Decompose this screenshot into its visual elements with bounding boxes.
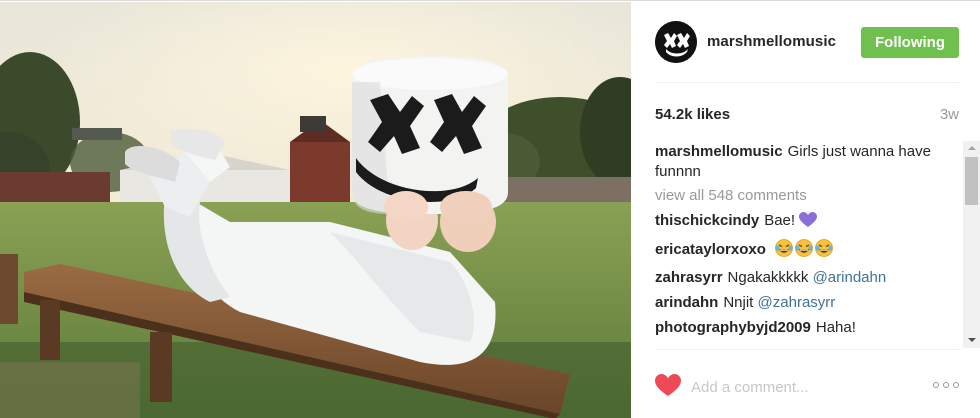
post-photo[interactable] (0, 2, 631, 418)
comment-username[interactable]: ericataylorxoxo (655, 241, 766, 258)
post-side-panel: marshmellomusic Following 54.2k likes 3w… (631, 2, 980, 418)
comment-username[interactable]: arindahn (655, 294, 718, 311)
tears-of-joy-emoji-icon (815, 239, 833, 263)
post-caption: marshmellomusic Girls just wanna have fun… (655, 142, 965, 182)
post-timestamp[interactable]: 3w (940, 106, 959, 123)
following-button[interactable]: Following (861, 27, 959, 58)
marshmello-avatar-icon[interactable] (655, 21, 697, 63)
instagram-post-modal: marshmellomusic Following 54.2k likes 3w… (0, 0, 980, 418)
comment-username[interactable]: photographybyjd2009 (655, 319, 811, 336)
comment-text: Bae! (764, 212, 800, 229)
post-author-username[interactable]: marshmellomusic (707, 33, 836, 50)
comment-item: zahrasyrr Ngakakkkkk @arindahn (655, 268, 965, 288)
comment-item: thischickcindy Bae! (655, 211, 965, 234)
comment-mention-link[interactable]: @arindahn (813, 269, 887, 286)
comment-text: Haha! (815, 319, 856, 336)
view-all-comments-link[interactable]: view all 548 comments (655, 186, 965, 206)
comment-username[interactable]: thischickcindy (655, 212, 759, 229)
comments-list: marshmellomusic Girls just wanna have fun… (655, 142, 965, 348)
caption-username[interactable]: marshmellomusic (655, 143, 783, 160)
scroll-down-arrow-icon[interactable] (963, 333, 980, 348)
scrollbar-thumb[interactable] (965, 157, 978, 205)
comment-username[interactable]: zahrasyrr (655, 269, 723, 286)
comments-scrollbar[interactable] (963, 141, 980, 348)
comment-item: arindahn Nnjit @zahrasyrr (655, 293, 965, 313)
purple-heart-emoji-icon (799, 212, 818, 234)
comment-text: Nnjit (723, 294, 758, 311)
comment-footer (655, 349, 959, 418)
add-comment-input[interactable] (691, 376, 911, 398)
scroll-up-arrow-icon[interactable] (963, 141, 980, 156)
comment-item: photographybyjd2009 Haha! (655, 318, 965, 338)
comment-item: ericataylorxoxo (655, 239, 965, 263)
likes-row: 54.2k likes 3w (655, 103, 959, 127)
comment-text: Ngakakkkkk (727, 269, 813, 286)
likes-count[interactable]: 54.2k likes (655, 106, 730, 123)
tears-of-joy-emoji-icon (795, 239, 813, 263)
heart-icon[interactable] (655, 374, 681, 398)
comment-mention-link[interactable]: @zahrasyrr (758, 294, 836, 311)
tears-of-joy-emoji-icon (775, 239, 793, 263)
post-header: marshmellomusic Following (655, 2, 959, 83)
more-options-icon[interactable] (933, 380, 959, 390)
